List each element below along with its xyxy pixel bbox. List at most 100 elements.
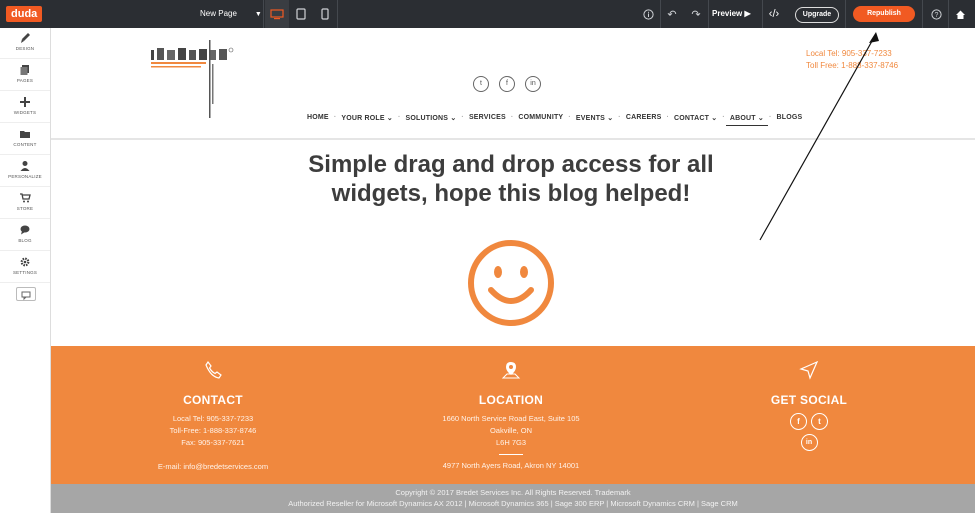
sidebar-item-design[interactable]: DESIGN — [0, 28, 50, 59]
folder-icon — [20, 131, 30, 138]
sidebar-item-widgets[interactable]: WIDGETS — [0, 92, 50, 123]
sidebar-item-label: CONTENT — [13, 142, 37, 147]
nav-blogs[interactable]: BLOGS — [773, 114, 807, 126]
nav-label: YOUR ROLE — [341, 115, 385, 122]
divider — [660, 0, 661, 28]
redo-button[interactable]: ↷ — [688, 0, 704, 28]
page-selector-label: New Page — [200, 9, 237, 18]
sidebar-item-personalize[interactable]: PERSONALIZE — [0, 156, 50, 187]
preview-button[interactable]: Preview ▶ — [712, 0, 751, 28]
chevron-down-icon: ⌄ — [607, 115, 614, 122]
header-tel: Local Tel: 905-337-7233 — [806, 49, 892, 58]
help-button[interactable]: ? — [928, 0, 944, 28]
footer-contact: CONTACT Local Tel: 905-337-7233 Toll-Fre… — [123, 346, 303, 473]
smiley-icon — [468, 240, 554, 326]
nav-community[interactable]: COMMUNITY — [514, 114, 567, 126]
header-socials: t f in — [473, 76, 541, 92]
nav-home[interactable]: HOME — [303, 114, 333, 126]
nav-label: SOLUTIONS — [405, 115, 449, 122]
nav-contact[interactable]: CONTACT ⌄ — [670, 114, 721, 126]
divider — [337, 0, 338, 28]
copyright-line: Authorized Reseller for Microsoft Dynami… — [288, 499, 738, 508]
linkedin-icon[interactable]: in — [525, 76, 541, 92]
upgrade-button[interactable]: Upgrade — [795, 7, 839, 23]
footer-fax: Fax: 905-337-7621 — [181, 438, 245, 447]
editor-sidebar: DESIGN PAGES WIDGETS CONTENT PERSONALIZE… — [0, 28, 51, 513]
divider — [845, 0, 846, 28]
footer-address-line: Oakville, ON — [489, 426, 533, 435]
divider — [708, 0, 709, 28]
sidebar-item-content[interactable]: CONTENT — [0, 124, 50, 155]
footer-tel: Local Tel: 905-337-7233 — [172, 414, 254, 423]
mobile-icon — [321, 8, 329, 20]
sidebar-item-label: DESIGN — [15, 46, 35, 51]
chevron-down-icon: ⌄ — [450, 115, 457, 122]
divider — [948, 0, 949, 28]
nav-about[interactable]: ABOUT ⌄ — [725, 114, 768, 126]
headline-line: Simple drag and drop access for all — [308, 151, 714, 178]
editor-toolbar: duda New Page ▼ ↶ ↷ Preview ▶ ‹/› Upgrade… — [0, 0, 975, 28]
facebook-icon[interactable]: f — [499, 76, 515, 92]
map-pin-icon — [501, 362, 521, 379]
chevron-down-icon: ⌄ — [757, 115, 764, 122]
divider — [922, 0, 923, 28]
sidebar-item-pages[interactable]: PAGES — [0, 60, 50, 91]
linkedin-icon[interactable]: in — [800, 434, 818, 451]
footer-contact-title: CONTACT — [183, 393, 243, 407]
footer-address-line: 4977 North Ayers Road, Akron NY 14001 — [442, 461, 580, 470]
footer-email[interactable]: E-mail: info@bredetservices.com — [123, 461, 303, 473]
chat-icon — [20, 225, 30, 235]
sidebar-item-settings[interactable]: SETTINGS — [0, 252, 50, 283]
navigation-arrow-icon — [799, 360, 819, 380]
footer-divider — [499, 454, 523, 455]
header-divider — [51, 138, 975, 140]
sidebar-item-label: SETTINGS — [12, 270, 38, 275]
nav-events[interactable]: EVENTS ⌄ — [572, 114, 617, 126]
sidebar-item-store[interactable]: STORE — [0, 188, 50, 219]
preview-label: Preview — [712, 9, 743, 18]
home-button[interactable] — [952, 0, 968, 28]
headline-line: widgets, hope this blog helped! — [331, 180, 691, 207]
plus-icon — [20, 97, 30, 107]
svg-text:?: ? — [934, 12, 938, 19]
feedback-button[interactable] — [16, 287, 36, 301]
chevron-down-icon: ⌄ — [711, 115, 718, 122]
divider — [762, 0, 763, 28]
sidebar-item-blog[interactable]: BLOG — [0, 220, 50, 251]
sidebar-item-label: BLOG — [18, 238, 32, 243]
duda-logo[interactable]: duda — [6, 6, 43, 22]
footer-address-line: L6H 7G3 — [495, 438, 527, 447]
nav-services[interactable]: SERVICES — [465, 114, 510, 126]
person-icon — [20, 161, 30, 171]
chevron-down-icon: ⌄ — [386, 115, 393, 122]
undo-button[interactable]: ↶ — [664, 0, 680, 28]
nav-label: EVENTS — [575, 115, 606, 122]
site-footer: CONTACT Local Tel: 905-337-7233 Toll-Fre… — [51, 346, 975, 484]
twitter-icon[interactable]: t — [473, 76, 489, 92]
info-button[interactable] — [640, 0, 656, 28]
nav-careers[interactable]: CAREERS — [622, 114, 666, 126]
republish-button[interactable]: Republish — [853, 6, 915, 22]
page-selector[interactable]: New Page ▼ — [200, 0, 262, 28]
copyright-line: Copyright © 2017 Bredet Services Inc. Al… — [395, 488, 631, 497]
sidebar-item-label: WIDGETS — [13, 110, 37, 115]
code-button[interactable]: ‹/› — [766, 0, 782, 28]
mobile-view-button[interactable] — [313, 0, 337, 28]
twitter-icon[interactable]: t — [811, 413, 828, 430]
info-icon — [642, 8, 654, 20]
redo-icon: ↷ — [691, 8, 701, 21]
copyright-bar: Copyright © 2017 Bredet Services Inc. Al… — [51, 484, 975, 513]
nav-your-role[interactable]: YOUR ROLE ⌄ — [337, 114, 397, 126]
desktop-view-button[interactable] — [265, 0, 289, 28]
facebook-icon[interactable]: f — [790, 413, 807, 430]
sidebar-item-label: PERSONALIZE — [8, 174, 42, 179]
nav-solutions[interactable]: SOLUTIONS ⌄ — [402, 114, 461, 126]
header-tollfree: Toll Free: 1-888-337-8746 — [806, 61, 899, 70]
feedback-icon — [21, 291, 31, 301]
bredet-logo[interactable] — [146, 36, 241, 118]
tablet-view-button[interactable] — [289, 0, 313, 28]
nav-label: CONTACT — [674, 115, 710, 122]
help-icon: ? — [930, 8, 942, 20]
footer-social-title: GET SOCIAL — [770, 393, 848, 407]
sidebar-item-label: PAGES — [16, 78, 34, 83]
